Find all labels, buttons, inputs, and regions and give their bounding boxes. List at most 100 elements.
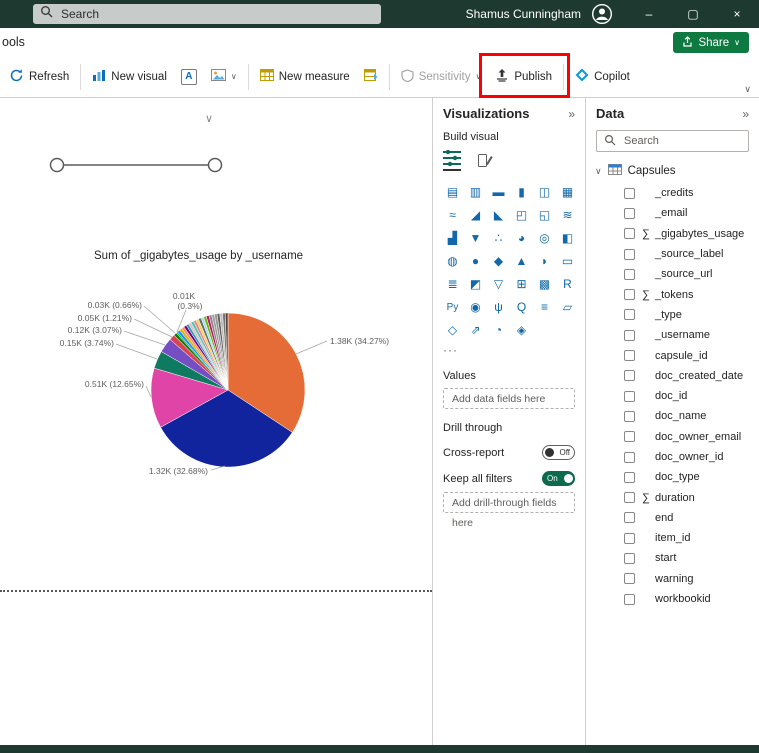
filled-map-icon[interactable]: ●: [466, 253, 485, 270]
close-button[interactable]: ×: [715, 0, 759, 28]
keep-all-filters-toggle[interactable]: On: [542, 471, 575, 486]
scatter-chart-icon[interactable]: ∴: [489, 230, 508, 247]
more-visuals-ellipsis[interactable]: ···: [443, 343, 575, 357]
field-checkbox[interactable]: [624, 208, 635, 219]
python-icon[interactable]: Py: [443, 299, 462, 316]
field-row-item_id[interactable]: item_id: [586, 528, 759, 548]
qa-icon[interactable]: Q: [512, 299, 531, 316]
publish-button[interactable]: Publish: [488, 63, 559, 90]
field-checkbox[interactable]: [624, 289, 635, 300]
global-search-box[interactable]: [33, 4, 381, 24]
field-row-capsule_id[interactable]: capsule_id: [586, 345, 759, 365]
copilot-button[interactable]: Copilot: [568, 63, 637, 90]
field-checkbox[interactable]: [624, 431, 635, 442]
slider-handle-right[interactable]: [209, 159, 222, 172]
slider-handle-left[interactable]: [51, 159, 64, 172]
key-influencers-icon[interactable]: ◉: [466, 299, 485, 316]
pie-chart-visual[interactable]: ∨1.38K (34.27%)1.32K (32.68%)0.51K (12.6…: [0, 98, 432, 745]
minimize-button[interactable]: –: [627, 0, 671, 28]
cross-report-toggle[interactable]: Off: [542, 445, 575, 460]
donut-chart-icon[interactable]: ◎: [535, 230, 554, 247]
field-row-start[interactable]: start: [586, 548, 759, 568]
field-checkbox[interactable]: [624, 188, 635, 199]
pie-chart-icon[interactable]: ◕: [512, 230, 531, 247]
field-checkbox[interactable]: [624, 350, 635, 361]
collapse-pane-icon[interactable]: »: [568, 107, 575, 121]
decomposition-tree-icon[interactable]: ψ: [489, 299, 508, 316]
field-checkbox[interactable]: [624, 553, 635, 564]
field-row-_source_url[interactable]: _source_url: [586, 264, 759, 284]
100-stacked-bar-chart-icon[interactable]: ◫: [535, 184, 554, 201]
100-stacked-column-chart-icon[interactable]: ▦: [558, 184, 577, 201]
area-chart-icon[interactable]: ◢: [466, 207, 485, 224]
data-search-input[interactable]: [622, 134, 759, 148]
power-apps-icon[interactable]: ◇: [443, 322, 462, 339]
table-node-capsules[interactable]: ∨ Capsules: [586, 164, 759, 178]
stacked-bar-chart-icon[interactable]: ▤: [443, 184, 462, 201]
tools-tab-label[interactable]: ools: [2, 35, 25, 49]
field-checkbox[interactable]: [624, 452, 635, 463]
treemap-icon[interactable]: ◧: [558, 230, 577, 247]
stacked-column-chart-icon[interactable]: ▥: [466, 184, 485, 201]
field-row-doc_name[interactable]: doc_name: [586, 406, 759, 426]
field-row-_source_label[interactable]: _source_label: [586, 244, 759, 264]
field-checkbox[interactable]: [624, 472, 635, 483]
field-row-doc_owner_id[interactable]: doc_owner_id: [586, 447, 759, 467]
collapse-pane-icon[interactable]: »: [742, 107, 749, 121]
line-chart-icon[interactable]: ≈: [443, 207, 462, 224]
clustered-bar-chart-icon[interactable]: ▬: [489, 184, 508, 201]
field-checkbox[interactable]: [624, 492, 635, 503]
line-and-clustered-column-chart-icon[interactable]: ◱: [535, 207, 554, 224]
multi-row-card-icon[interactable]: ≣: [443, 276, 462, 293]
field-checkbox[interactable]: [624, 594, 635, 605]
avatar[interactable]: [591, 3, 613, 25]
power-automate-icon[interactable]: ⇗: [466, 322, 485, 339]
field-checkbox[interactable]: [624, 573, 635, 584]
tab-build-visual[interactable]: [443, 150, 461, 171]
values-field-well[interactable]: Add data fields here: [443, 388, 575, 409]
field-checkbox[interactable]: [624, 370, 635, 381]
field-checkbox[interactable]: [624, 249, 635, 260]
search-input[interactable]: [59, 6, 374, 22]
field-row-_email[interactable]: _email: [586, 203, 759, 223]
stacked-area-chart-icon[interactable]: ◣: [489, 207, 508, 224]
field-checkbox[interactable]: [624, 228, 635, 239]
field-row-doc_id[interactable]: doc_id: [586, 386, 759, 406]
quick-measure-button[interactable]: [357, 64, 385, 89]
ribbon-chart-icon[interactable]: ≋: [558, 207, 577, 224]
field-checkbox[interactable]: [624, 309, 635, 320]
field-checkbox[interactable]: [624, 512, 635, 523]
more-shapes-icon[interactable]: ◈: [512, 322, 531, 339]
narrative-icon[interactable]: ≡: [535, 299, 554, 316]
field-checkbox[interactable]: [624, 391, 635, 402]
waterfall-chart-icon[interactable]: ▟: [443, 230, 462, 247]
field-row-duration[interactable]: ∑duration: [586, 487, 759, 507]
maximize-button[interactable]: ▢: [671, 0, 715, 28]
collapse-ribbon-chevron-icon[interactable]: ∨: [744, 84, 751, 95]
data-search-box[interactable]: [596, 130, 749, 152]
new-measure-button[interactable]: New measure: [253, 64, 357, 89]
tab-format-visual[interactable]: [477, 152, 494, 171]
funnel-chart-icon[interactable]: ▼: [466, 230, 485, 247]
drill-through-field-well[interactable]: Add drill-through fields here: [443, 492, 575, 513]
field-row-doc_created_date[interactable]: doc_created_date: [586, 366, 759, 386]
refresh-button[interactable]: Refresh: [2, 63, 76, 91]
paginated-report-icon[interactable]: ▱: [558, 299, 577, 316]
chevron-expanded-icon[interactable]: ∨: [595, 166, 602, 177]
table-icon[interactable]: ⊞: [512, 276, 531, 293]
slicer-icon[interactable]: ▽: [489, 276, 508, 293]
field-row-_username[interactable]: _username: [586, 325, 759, 345]
field-row-end[interactable]: end: [586, 508, 759, 528]
insert-image-button[interactable]: ∨: [204, 64, 244, 89]
field-checkbox[interactable]: [624, 533, 635, 544]
shape-map-icon[interactable]: ◆: [489, 253, 508, 270]
field-row-_credits[interactable]: _credits: [586, 183, 759, 203]
field-checkbox[interactable]: [624, 269, 635, 280]
gauge-icon[interactable]: ◗: [535, 253, 554, 270]
field-row-warning[interactable]: warning: [586, 569, 759, 589]
clustered-column-chart-icon[interactable]: ▮: [512, 184, 531, 201]
new-visual-button[interactable]: New visual: [85, 64, 174, 90]
field-row-_type[interactable]: _type: [586, 305, 759, 325]
field-row-doc_owner_email[interactable]: doc_owner_email: [586, 427, 759, 447]
field-row-workbookid[interactable]: workbookid: [586, 589, 759, 609]
